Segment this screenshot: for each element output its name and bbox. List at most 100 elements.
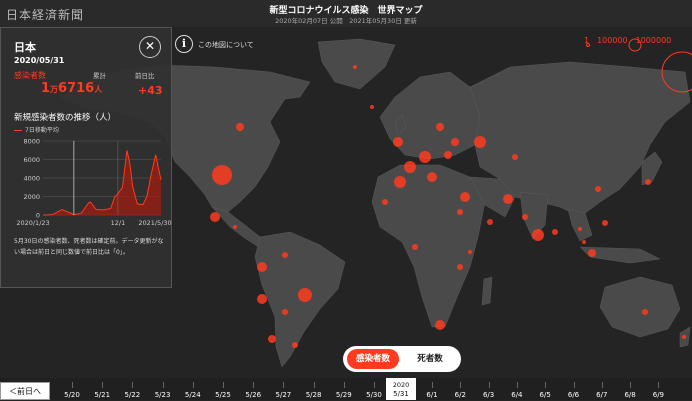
timeline-date[interactable]: 6/4 [502,391,532,399]
marker-nz [682,335,686,339]
marker-bolivia [282,309,288,315]
marker-colombia [257,262,267,272]
timeline-date[interactable]: 6/2 [445,391,475,399]
timeline-date[interactable]: 5/23 [148,391,178,399]
size-legend-label: 1 100000 1000000 [584,35,671,46]
timeline-date[interactable]: 6/3 [474,391,504,399]
timeline-tick [253,382,254,388]
marker-greenland [353,65,357,69]
timeline-tick [489,382,490,388]
timeline-tick [223,382,224,388]
marker-thailand [578,227,582,231]
marker-turkey [460,192,470,202]
southeast-asia [568,209,592,241]
japan [642,152,662,185]
date-timeline: ＜前日へ 5/205/215/225/235/245/255/265/275/2… [0,378,692,400]
timeline-tick [132,382,133,388]
marker-morocco [382,199,388,205]
timeline-date[interactable]: 5/28 [299,391,329,399]
timeline-tick [460,382,461,388]
timeline-date[interactable]: 5/24 [178,391,208,399]
close-button[interactable]: ✕ [139,36,161,58]
diff-label: 前日比 [135,70,155,80]
y-tick-label: 2000 [23,193,40,201]
info-icon[interactable]: i [175,35,193,53]
timeline-date[interactable]: 5/22 [117,391,147,399]
timeline-date[interactable]: 5/21 [87,391,117,399]
timeline-date[interactable]: 5/30 [359,391,389,399]
y-tick-label: 8000 [23,138,40,146]
series-area [43,150,161,215]
timeline-date[interactable]: 5/29 [329,391,359,399]
legend-line-swatch [14,130,22,132]
marker-ukraine [444,151,452,159]
country-name: 日本 [14,39,36,55]
timeline-tick [314,382,315,388]
x-tick-label: 2021/5/30 [138,219,171,227]
marker-brazil [298,288,312,302]
marker-uk [393,137,403,147]
prev-day-button[interactable]: ＜前日へ [0,382,50,400]
total-cases-value: 1万6716人 [41,81,102,96]
cases-label: 感染者数 [14,70,46,81]
close-icon: ✕ [145,39,155,53]
map-info-link[interactable]: この地図について [198,40,254,50]
marker-mexico [210,212,220,222]
timeline-date[interactable]: 5/26 [238,391,268,399]
timeline-tick [432,382,433,388]
timeline-date[interactable]: 5/27 [268,391,298,399]
marker-peru [257,294,267,304]
timeline-tick [574,382,575,388]
timeline-current-date[interactable]: 20205/31 [386,378,416,400]
marker-nigeria [412,244,418,250]
timeline-date[interactable]: 6/9 [643,391,673,399]
marker-ethiopia [468,250,472,254]
marker-indonesia [588,249,596,257]
marker-chile [268,335,276,343]
marker-philippines [602,220,608,226]
country-info-panel: 日本 ✕ 2020/05/31 感染者数 累計 前日比 1万6716人 +43 … [0,27,172,288]
marker-poland [451,138,459,146]
marker-kenya [457,264,463,270]
timeline-tick [658,382,659,388]
marker-spain [394,176,406,188]
marker-france [404,161,416,173]
africa [372,165,485,327]
australia [600,277,680,337]
timeline-tick [72,382,73,388]
timeline-date[interactable]: 5/25 [208,391,238,399]
timeline-date[interactable]: 6/8 [615,391,645,399]
timeline-tick [545,382,546,388]
panel-date: 2020/05/31 [14,56,64,65]
timeline-tick [102,382,103,388]
toggle-deaths-button[interactable]: 死者数 [403,349,457,369]
daily-diff-value: +43 [138,84,163,97]
timeline-date[interactable]: 5/20 [57,391,87,399]
timeline-tick [163,382,164,388]
header-bar: 日本経済新聞 新型コロナウイルス感染 世界マップ 2020年02月07日 公開 … [0,0,692,27]
marker-sweden [436,123,444,131]
marker-china [595,186,601,192]
timeline-date[interactable]: 6/5 [530,391,560,399]
y-tick-label: 6000 [23,156,40,164]
marker-iran [503,194,513,204]
timeline-date[interactable]: 6/1 [417,391,447,399]
marker-bangladesh [552,229,558,235]
marker-venezuela [282,252,288,258]
x-tick-label: 2020/1/23 [16,219,49,227]
marker-germany [419,151,431,163]
marker-south-africa [435,320,445,330]
data-note: 5月30日の感染者数、死者数は確定前。データ更新がない場合は前日と同じ数値で前日… [14,236,166,258]
marker-kazakhstan [512,154,518,160]
timeline-date[interactable]: 6/6 [559,391,589,399]
timeline-date[interactable]: 6/7 [587,391,617,399]
marker-india [532,229,544,241]
toggle-cases-button[interactable]: 感染者数 [347,349,399,369]
metric-toggle: 感染者数 死者数 [343,346,461,372]
marker-australia [642,309,648,315]
timeline-tick [374,382,375,388]
marker-malaysia [582,240,586,244]
x-tick-label: 12/1 [111,219,126,227]
marker-canada [236,123,244,131]
marker-japan [645,179,651,185]
